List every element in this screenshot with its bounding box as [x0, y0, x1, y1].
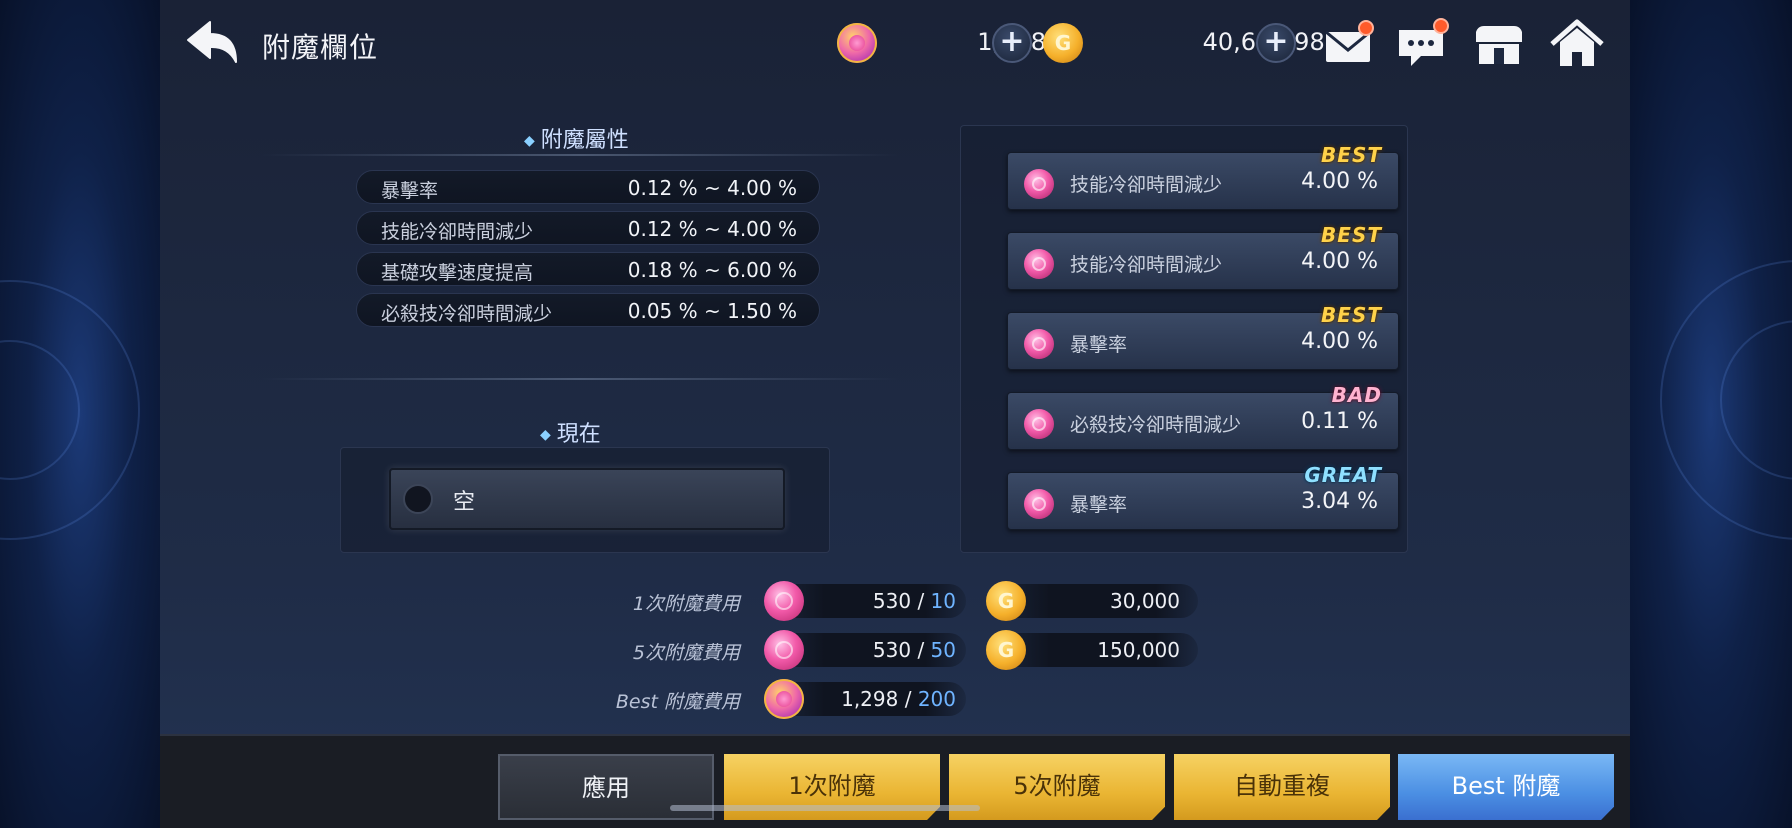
chat-icon[interactable] — [1393, 16, 1451, 72]
shop-icon[interactable] — [1470, 16, 1528, 72]
grade-badge: BEST — [1321, 143, 1382, 167]
enchant-screen: 附魔欄位 1,298 + G 40,611,982 + ◆附魔屬性 — [160, 0, 1630, 828]
current-heading: ◆ 現在 — [540, 422, 601, 447]
property-row: 基礎攻擊速度提高 0.18 % ~ 6.00 % — [356, 252, 820, 286]
option-name: 技能冷卻時間減少 — [1070, 254, 1223, 276]
auto-repeat-button[interactable]: 自動重複 — [1174, 754, 1390, 820]
option-name: 暴擊率 — [1070, 334, 1128, 356]
pink-gem-icon — [1024, 329, 1054, 359]
left-background — [0, 0, 160, 828]
option-name: 技能冷卻時間減少 — [1070, 174, 1223, 196]
divider — [260, 154, 900, 156]
property-name: 技能冷卻時間減少 — [381, 221, 534, 243]
home-indicator — [670, 805, 980, 811]
cost-label: 5次附魔費用 — [632, 642, 740, 664]
option-value: 4.00 % — [1301, 329, 1378, 354]
add-gold-button[interactable]: + — [1256, 23, 1296, 63]
option-value: 4.00 % — [1301, 169, 1378, 194]
cost-label: 1次附魔費用 — [632, 593, 740, 615]
option-row[interactable]: 技能冷卻時間減少 4.00 % BEST — [1007, 143, 1399, 210]
enchant-five-button[interactable]: 5次附魔 — [949, 754, 1165, 820]
property-row: 技能冷卻時間減少 0.12 % ~ 4.00 % — [356, 211, 820, 245]
gold-cost: 30,000 — [1110, 589, 1180, 613]
gold-cost: 150,000 — [1097, 638, 1180, 662]
cost-label: Best 附魔費用 — [615, 691, 740, 713]
diamond-icon: ◆ — [540, 427, 551, 443]
property-row: 暴擊率 0.12 % ~ 4.00 % — [356, 170, 820, 204]
gem-cost: 1,298 / 200 — [841, 687, 956, 711]
grade-badge: GREAT — [1304, 463, 1382, 487]
property-name: 必殺技冷卻時間減少 — [381, 303, 553, 325]
pink-gem-icon — [1024, 169, 1054, 199]
gold-coin-icon: G — [986, 581, 1026, 621]
page-title: 附魔欄位 — [262, 31, 379, 64]
best-enchant-button[interactable]: Best 附魔 — [1398, 754, 1614, 820]
option-row[interactable]: 暴擊率 4.00 % BEST — [1007, 303, 1399, 370]
property-range: 0.12 % ~ 4.00 % — [627, 176, 797, 200]
gem-cost: 530 / 50 — [872, 638, 956, 662]
mail-icon[interactable] — [1320, 16, 1378, 72]
gem-cost: 530 / 10 — [872, 589, 956, 613]
property-name: 基礎攻擊速度提高 — [381, 262, 534, 284]
property-range: 0.12 % ~ 4.00 % — [627, 217, 797, 241]
option-value: 3.04 % — [1301, 489, 1378, 514]
mail-notification-dot — [1358, 20, 1374, 36]
add-rainbow-gem-button[interactable]: + — [992, 23, 1032, 63]
current-slot[interactable]: 空 — [389, 468, 785, 530]
pink-gem-icon — [1024, 249, 1054, 279]
gold-count: 40,611,982 — [1110, 28, 1340, 56]
gold-coin-icon: G — [986, 630, 1026, 670]
properties-heading: ◆ 附魔屬性 — [524, 128, 629, 153]
pink-gem-icon — [1024, 489, 1054, 519]
grade-badge: BEST — [1321, 223, 1382, 247]
gold-coin-icon: G — [1043, 23, 1083, 63]
option-name: 暴擊率 — [1070, 494, 1128, 516]
option-row[interactable]: 技能冷卻時間減少 4.00 % BEST — [1007, 223, 1399, 290]
grade-badge: BEST — [1321, 303, 1382, 327]
home-icon[interactable] — [1548, 16, 1606, 72]
options-panel: 技能冷卻時間減少 4.00 % BEST 技能冷卻時間減少 4.00 % BES… — [960, 125, 1408, 553]
grade-badge: BAD — [1331, 383, 1382, 407]
option-name: 必殺技冷卻時間減少 — [1070, 414, 1242, 436]
property-range: 0.05 % ~ 1.50 % — [627, 299, 797, 323]
option-value: 4.00 % — [1301, 249, 1378, 274]
diamond-icon: ◆ — [524, 133, 535, 149]
property-row: 必殺技冷卻時間減少 0.05 % ~ 1.50 % — [356, 293, 820, 327]
option-row[interactable]: 暴擊率 3.04 % GREAT — [1007, 463, 1399, 530]
pink-gem-icon — [764, 630, 804, 670]
slot-label: 空 — [453, 490, 476, 515]
action-bar: 應用 1次附魔 5次附魔 自動重複 Best 附魔 — [160, 734, 1630, 828]
rainbow-gem-icon — [837, 23, 877, 63]
pink-gem-icon — [764, 581, 804, 621]
option-value: 0.11 % — [1301, 409, 1378, 434]
option-row[interactable]: 必殺技冷卻時間減少 0.11 % BAD — [1007, 383, 1399, 450]
current-panel: 空 — [340, 447, 830, 553]
divider — [260, 378, 900, 380]
chat-notification-dot — [1433, 18, 1449, 34]
right-background — [1630, 0, 1792, 828]
property-range: 0.18 % ~ 6.00 % — [627, 258, 797, 282]
rainbow-gem-icon — [764, 679, 804, 719]
back-arrow-icon[interactable] — [184, 18, 246, 70]
pink-gem-icon — [1024, 409, 1054, 439]
empty-slot-icon — [403, 484, 433, 514]
property-name: 暴擊率 — [381, 180, 439, 202]
